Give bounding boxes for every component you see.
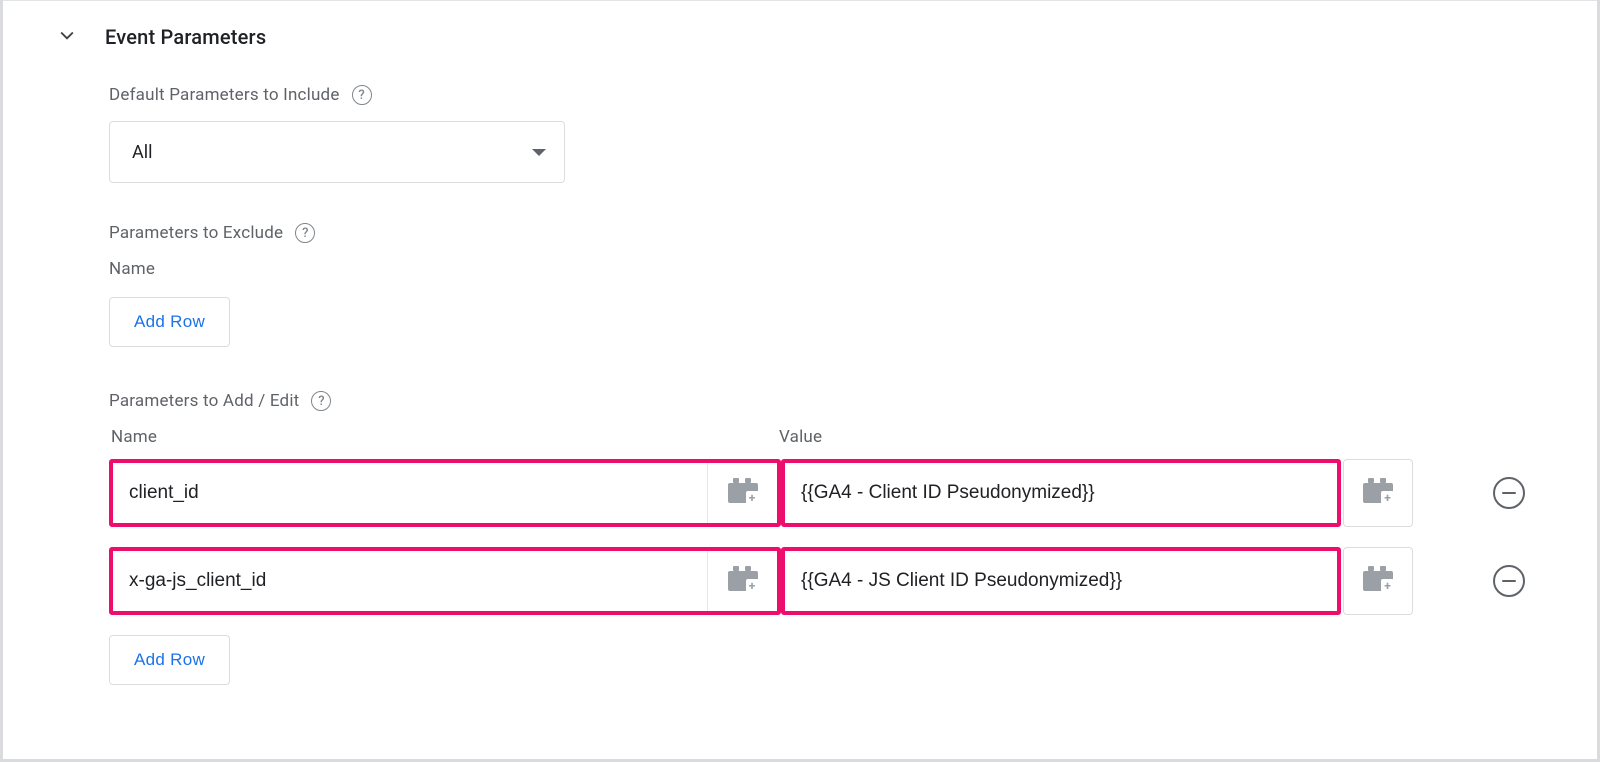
remove-row-button[interactable] bbox=[1493, 565, 1525, 597]
help-icon[interactable]: ? bbox=[311, 391, 331, 411]
divider bbox=[3, 0, 1597, 1]
default-params-select[interactable]: All bbox=[109, 121, 565, 183]
minus-icon bbox=[1502, 492, 1516, 495]
dropdown-triangle-icon bbox=[532, 149, 546, 156]
variable-picker-button[interactable]: + bbox=[707, 463, 777, 523]
variable-picker-button[interactable]: + bbox=[707, 551, 777, 611]
default-params-label: Default Parameters to Include bbox=[109, 85, 340, 105]
remove-row-button[interactable] bbox=[1493, 477, 1525, 509]
param-value-input[interactable] bbox=[785, 551, 1337, 611]
variable-picker-button[interactable]: + bbox=[1343, 459, 1413, 527]
variable-icon: + bbox=[728, 483, 758, 503]
param-row: + + bbox=[109, 459, 1503, 527]
exclude-col-name: Name bbox=[109, 259, 155, 279]
param-name-input[interactable] bbox=[113, 551, 707, 611]
variable-icon: + bbox=[728, 571, 758, 591]
section-title: Event Parameters bbox=[105, 25, 266, 49]
default-params-value: All bbox=[132, 142, 153, 163]
variable-icon: + bbox=[1363, 571, 1393, 591]
add-row-exclude-button[interactable]: Add Row bbox=[109, 297, 230, 347]
variable-picker-button[interactable]: + bbox=[1343, 547, 1413, 615]
section-header[interactable]: Event Parameters bbox=[57, 25, 1543, 49]
param-value-input[interactable] bbox=[785, 463, 1337, 523]
chevron-down-icon bbox=[57, 25, 77, 49]
add-row-addedit-button[interactable]: Add Row bbox=[109, 635, 230, 685]
help-icon[interactable]: ? bbox=[352, 85, 372, 105]
params-addedit-label: Parameters to Add / Edit bbox=[109, 391, 299, 411]
params-exclude-label: Parameters to Exclude bbox=[109, 223, 283, 243]
addedit-col-name: Name bbox=[109, 427, 779, 447]
help-icon[interactable]: ? bbox=[295, 223, 315, 243]
variable-icon: + bbox=[1363, 483, 1393, 503]
param-name-input[interactable] bbox=[113, 463, 707, 523]
param-row: + + bbox=[109, 547, 1503, 615]
minus-icon bbox=[1502, 580, 1516, 583]
addedit-col-value: Value bbox=[779, 427, 1449, 447]
